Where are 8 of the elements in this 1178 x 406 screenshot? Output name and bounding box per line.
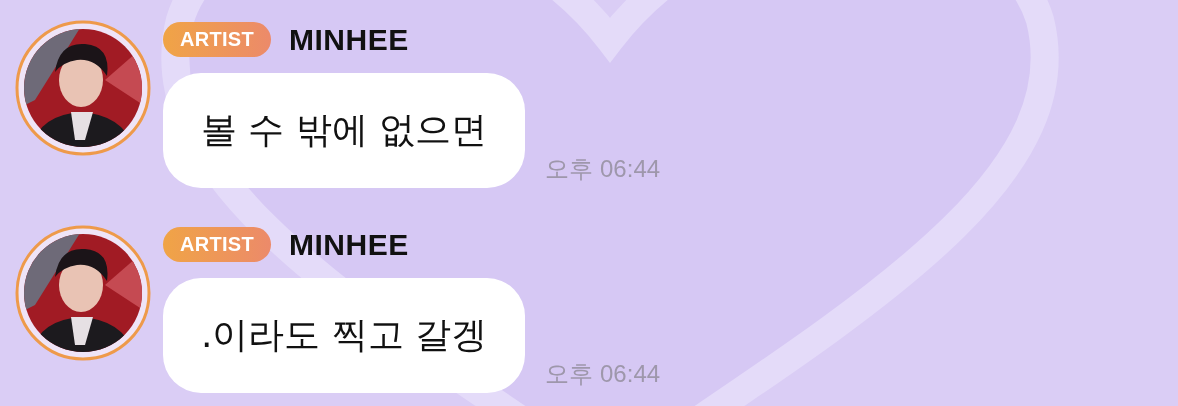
role-badge: ARTIST (163, 227, 272, 262)
message-bubble: 볼 수 밖에 없으면 (163, 73, 526, 188)
message-time: 오후 06:44 (545, 359, 661, 389)
sender-name: MINHEE (289, 227, 409, 262)
message-bubble: .이라도 찍고 갈겡 (163, 278, 526, 393)
role-badge: ARTIST (163, 22, 272, 57)
sender-name: MINHEE (289, 22, 409, 57)
message-time: 오후 06:44 (545, 154, 661, 184)
